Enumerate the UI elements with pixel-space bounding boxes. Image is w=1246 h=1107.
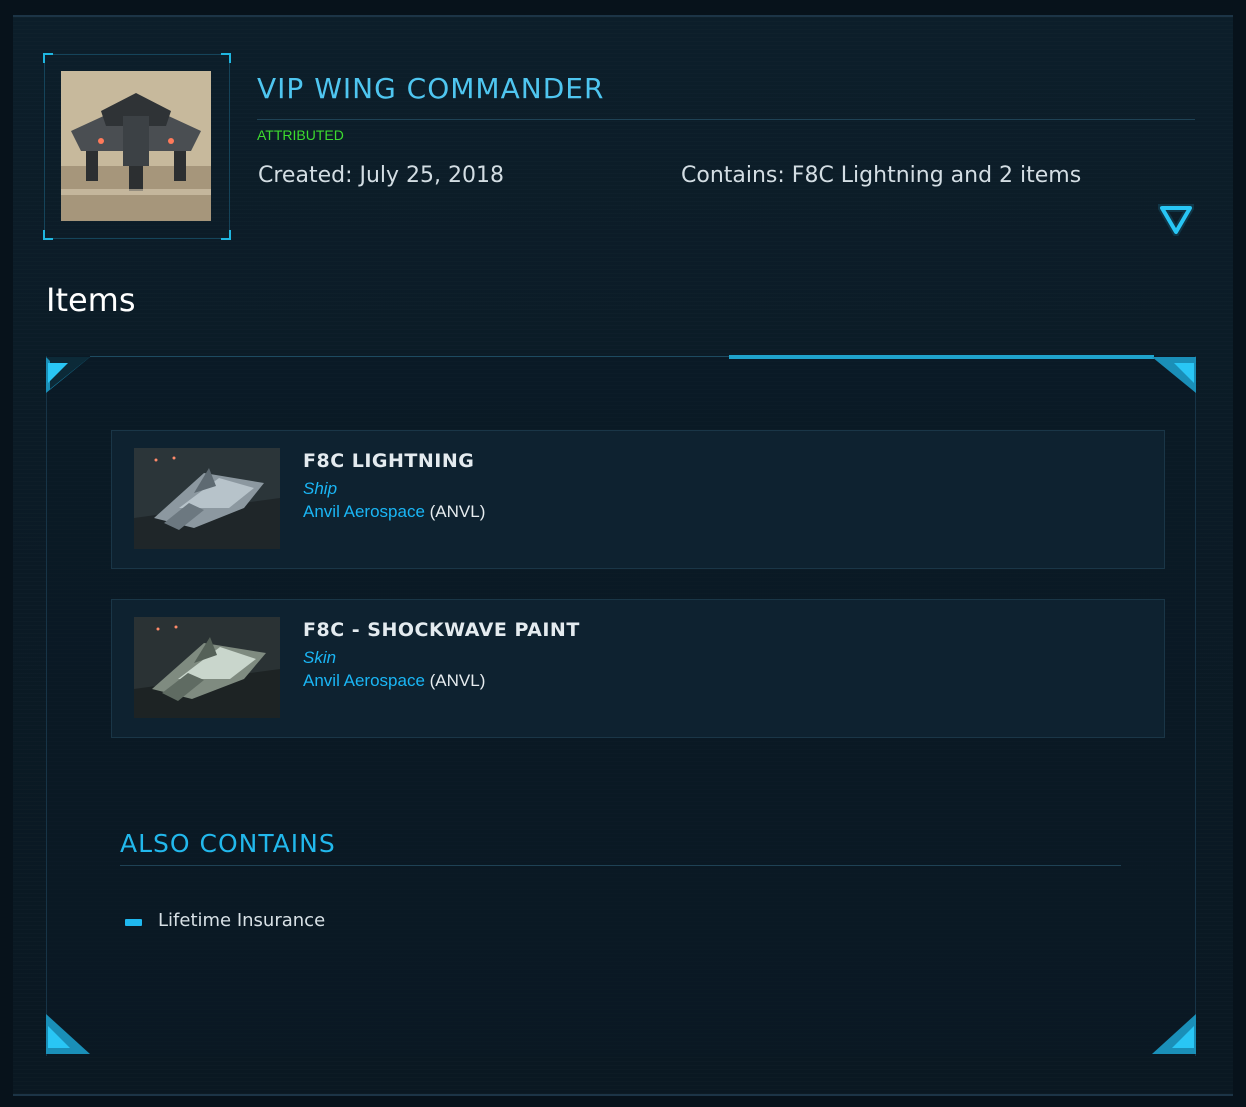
item-type: Ship: [303, 479, 338, 498]
manufacturer-code: (ANVL): [429, 502, 486, 521]
manufacturer-name: Anvil Aerospace: [303, 671, 425, 690]
ship-image: [61, 71, 211, 221]
item-card[interactable]: F8C - SHOCKWAVE PAINT Skin Anvil Aerospa…: [111, 599, 1165, 738]
ship-image: [134, 448, 280, 549]
item-type: Skin: [303, 648, 337, 667]
item-manufacturer: Anvil Aerospace (ANVL): [303, 502, 485, 522]
corner-bracket: [221, 230, 231, 240]
item-name: F8C LIGHTNING: [303, 450, 475, 472]
item-card[interactable]: F8C LIGHTNING Ship Anvil Aerospace (ANVL…: [111, 430, 1165, 569]
panel-accent-bar: [729, 355, 1154, 359]
also-contains-divider: [120, 865, 1121, 866]
item-manufacturer: Anvil Aerospace (ANVL): [303, 671, 485, 691]
pledge-thumbnail-image: [61, 71, 211, 221]
item-name: F8C - SHOCKWAVE PAINT: [303, 619, 580, 641]
panel-corner-bottom-right: [1152, 1014, 1196, 1054]
pledge-title: VIP WING COMMANDER: [257, 72, 605, 105]
item-thumbnail: [134, 448, 280, 549]
corner-bracket: [221, 53, 231, 63]
expand-toggle-icon[interactable]: [1155, 204, 1197, 240]
manufacturer-code: (ANVL): [429, 671, 486, 690]
created-date: Created: July 25, 2018: [258, 163, 504, 188]
panel-corner-top-left: [46, 357, 90, 393]
items-heading: Items: [46, 281, 136, 319]
item-thumbnail: [134, 617, 280, 718]
manufacturer-name: Anvil Aerospace: [303, 502, 425, 521]
title-divider: [257, 119, 1195, 120]
status-badge: ATTRIBUTED: [257, 127, 344, 143]
corner-bracket: [43, 230, 53, 240]
corner-bracket: [43, 53, 53, 63]
bullet-dash-icon: [125, 919, 142, 926]
panel-corner-bottom-left: [46, 1014, 90, 1054]
ship-skin-image: [134, 617, 280, 718]
also-contains-heading: ALSO CONTAINS: [120, 829, 336, 858]
pledge-thumbnail-frame: [43, 53, 231, 240]
also-contains-item: Lifetime Insurance: [158, 910, 326, 931]
panel-corner-top-right: [1152, 357, 1196, 393]
contains-summary: Contains: F8C Lightning and 2 items: [681, 163, 1082, 188]
